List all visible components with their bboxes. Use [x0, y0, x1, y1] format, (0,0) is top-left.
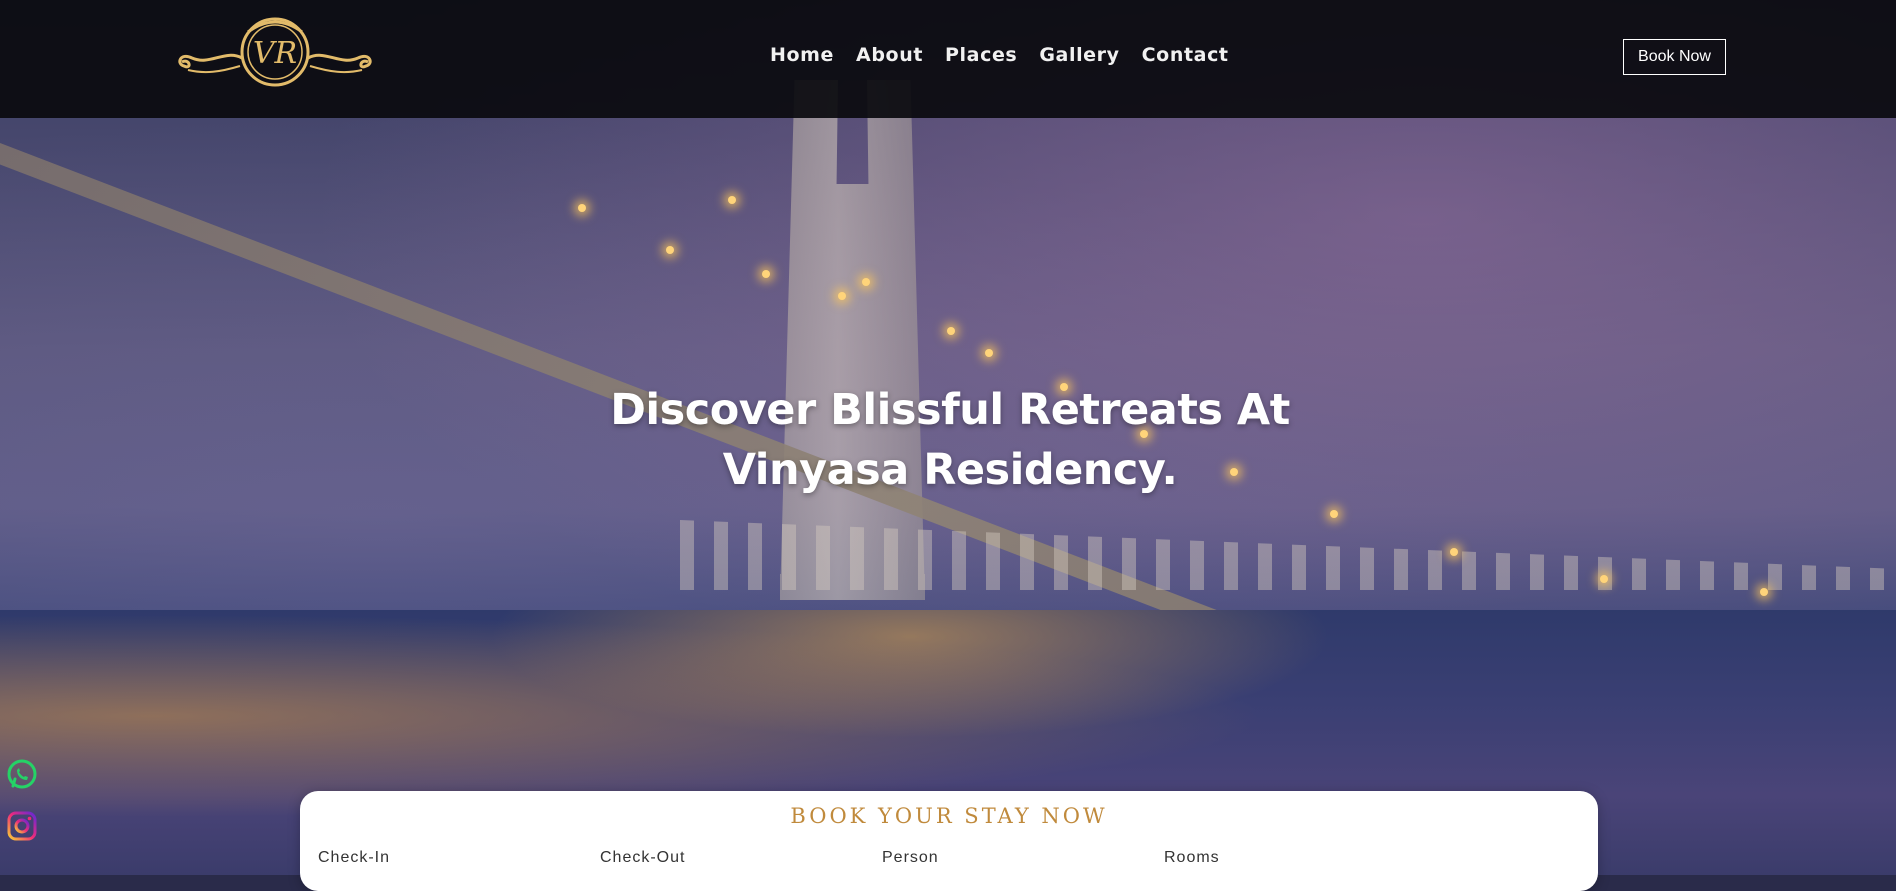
hero-headline-line-2: Vinyasa Residency. [722, 445, 1178, 495]
vr-monogram-logo: VR [178, 17, 372, 87]
bridge-light [862, 278, 870, 286]
bridge-light [728, 196, 736, 204]
bridge-light [838, 292, 846, 300]
hero-headline: Discover Blissful Retreats At Vinyasa Re… [600, 380, 1300, 500]
bridge-light [666, 246, 674, 254]
nav-about[interactable]: About [856, 44, 923, 66]
nav-home[interactable]: Home [770, 44, 834, 66]
nav-gallery[interactable]: Gallery [1039, 44, 1119, 66]
svg-text:VR: VR [253, 36, 297, 71]
bridge-light [947, 327, 955, 335]
logo[interactable]: VR [170, 14, 380, 90]
bridge-light [1600, 575, 1608, 583]
nav-contact[interactable]: Contact [1142, 44, 1229, 66]
bridge-pylon [780, 80, 925, 600]
whatsapp-icon[interactable] [6, 758, 38, 790]
hero-headline-line-1: Discover Blissful Retreats At [610, 385, 1290, 435]
nav-places[interactable]: Places [945, 44, 1017, 66]
bridge-light [578, 204, 586, 212]
rooms-label: Rooms [1164, 849, 1220, 866]
check-out-label: Check-Out [600, 849, 686, 866]
book-now-button[interactable]: Book Now [1623, 39, 1726, 75]
bridge-light [1330, 510, 1338, 518]
main-nav: Home About Places Gallery Contact [770, 44, 1229, 66]
booking-title: BOOK YOUR STAY NOW [790, 804, 1108, 828]
booking-form-card: BOOK YOUR STAY NOW Check-In Check-Out Pe… [300, 791, 1598, 891]
person-label: Person [882, 849, 939, 866]
instagram-icon[interactable] [6, 810, 38, 842]
bridge-light [762, 270, 770, 278]
bridge-light [1450, 548, 1458, 556]
site-header: VR Home About Places Gallery Contact Boo… [0, 0, 1896, 118]
bridge-light [1760, 588, 1768, 596]
check-in-label: Check-In [318, 849, 391, 866]
bridge-piers [680, 520, 1896, 590]
bridge-light [985, 349, 993, 357]
